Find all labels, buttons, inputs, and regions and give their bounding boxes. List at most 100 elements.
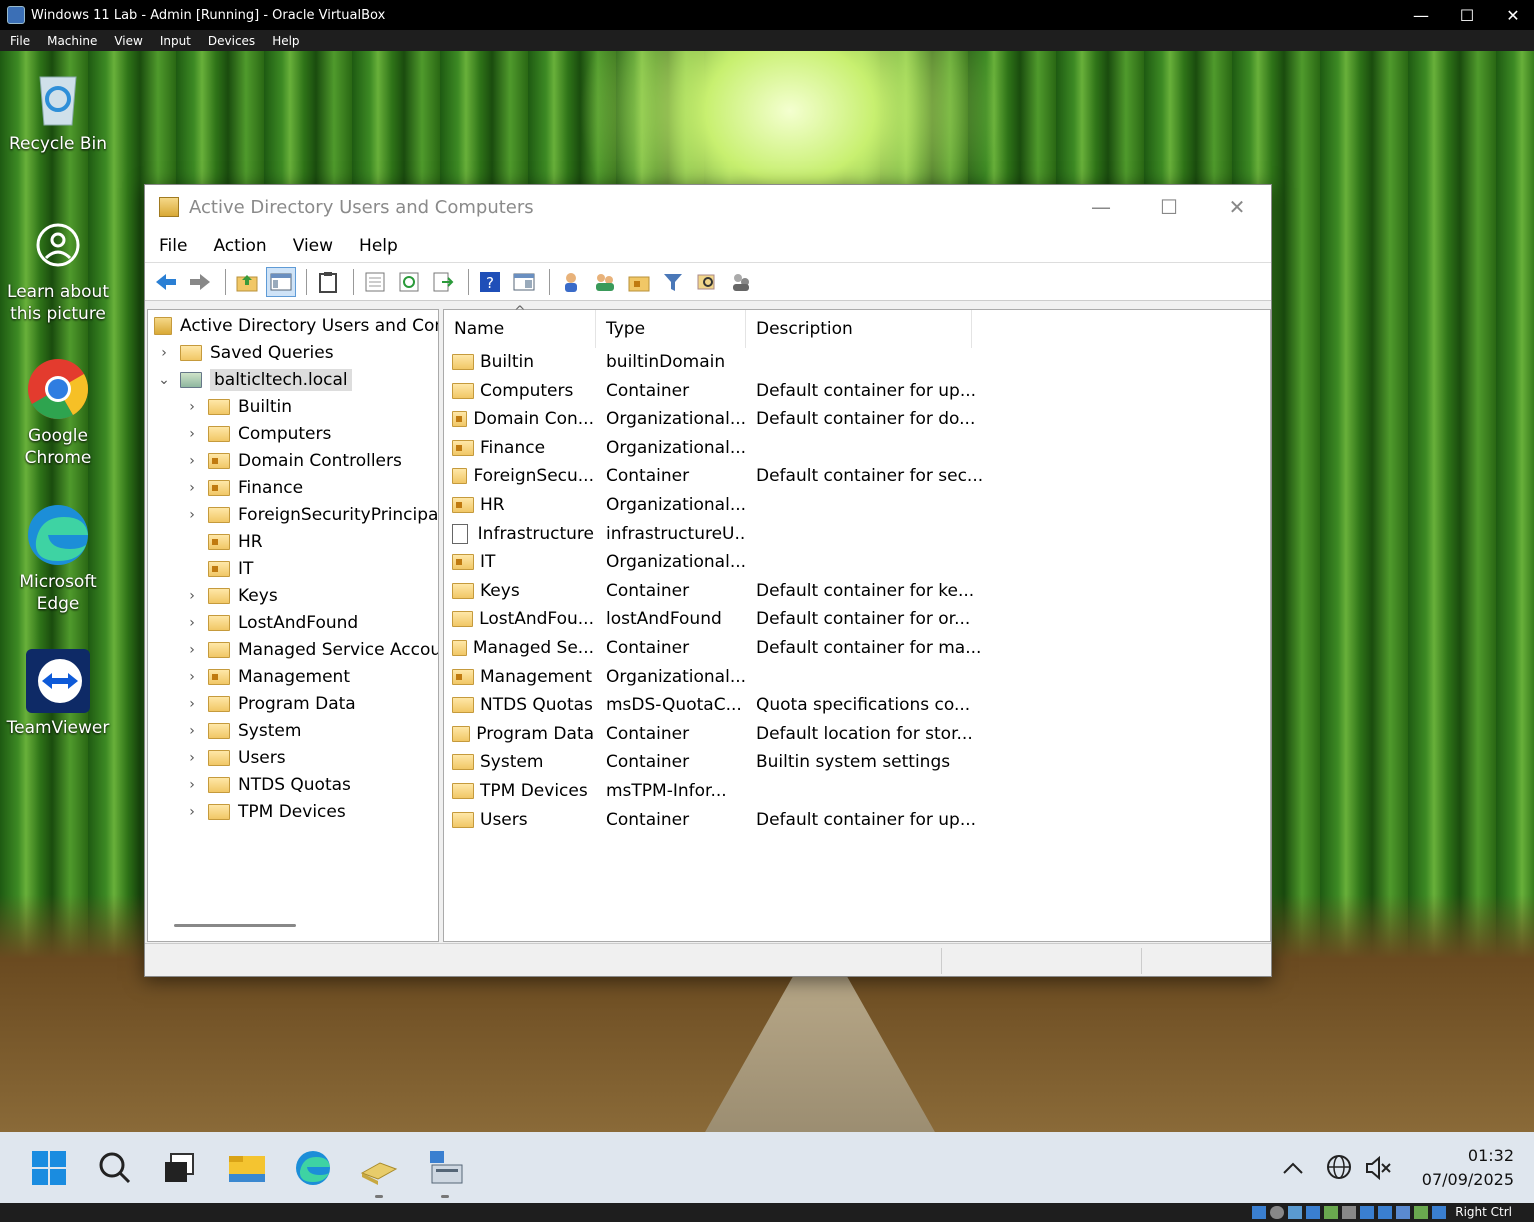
tree-item[interactable]: › NTDS Quotas	[182, 771, 351, 798]
tree-item[interactable]: HR	[182, 528, 263, 555]
chevron-down-icon[interactable]: ⌄	[154, 372, 174, 388]
vbox-maximize-button[interactable]: ☐	[1444, 0, 1490, 30]
desktop-icon-edge[interactable]: Microsoft Edge	[3, 503, 113, 615]
vbox-menu-file[interactable]: File	[0, 34, 37, 48]
list-row[interactable]: IT Organizational...	[444, 548, 1270, 576]
column-header-name[interactable]: Name ^	[444, 304, 596, 348]
shared-folders-icon[interactable]	[1342, 1206, 1356, 1219]
chevron-right-icon[interactable]: ›	[182, 453, 202, 469]
chevron-right-icon[interactable]: ›	[182, 804, 202, 820]
chevron-right-icon[interactable]: ›	[182, 588, 202, 604]
display-icon[interactable]	[1360, 1206, 1374, 1219]
tree-item[interactable]: › Computers	[182, 420, 331, 447]
properties-icon[interactable]	[360, 267, 390, 297]
list-row[interactable]: NTDS Quotas msDS-QuotaC... Quota specifica…	[444, 691, 1270, 719]
filter-icon[interactable]	[658, 267, 688, 297]
list-row[interactable]: Program Data Container Default location fo…	[444, 720, 1270, 748]
chevron-up-icon[interactable]	[1271, 1146, 1315, 1190]
chevron-right-icon[interactable]: ›	[182, 507, 202, 523]
desktop-icon-chrome[interactable]: Google Chrome	[3, 357, 113, 469]
forward-arrow-icon[interactable]	[185, 267, 215, 297]
list-row[interactable]: Keys Container Default container for ke...	[444, 577, 1270, 605]
list-row[interactable]: ForeignSecu... Container Default container…	[444, 462, 1270, 490]
aduc-taskbar-icon[interactable]	[423, 1146, 467, 1198]
list-row[interactable]: Users Container Default container for up..…	[444, 806, 1270, 834]
tree-item[interactable]: › LostAndFound	[182, 609, 358, 636]
find-icon[interactable]	[692, 267, 722, 297]
aduc-menu-view[interactable]: View	[279, 236, 345, 256]
chevron-right-icon[interactable]: ›	[182, 669, 202, 685]
tree-item[interactable]: › Domain Controllers	[182, 447, 402, 474]
console-tree-icon[interactable]	[266, 266, 296, 297]
vbox-menu-input[interactable]: Input	[150, 34, 198, 48]
server-manager-icon[interactable]	[357, 1146, 401, 1198]
vbox-menu-help[interactable]: Help	[262, 34, 306, 48]
chevron-right-icon[interactable]: ›	[182, 615, 202, 631]
task-view-icon[interactable]	[157, 1146, 201, 1190]
network-icon[interactable]	[1306, 1206, 1320, 1219]
clipboard-icon[interactable]	[313, 267, 343, 297]
chevron-right-icon[interactable]: ›	[182, 426, 202, 442]
tree-root[interactable]: Active Directory Users and Com	[154, 312, 438, 339]
audio-icon[interactable]	[1288, 1206, 1302, 1219]
list-row[interactable]: Domain Con... Organizational... Default co…	[444, 405, 1270, 433]
column-header-description[interactable]: Description	[746, 310, 972, 348]
vbox-menu-machine[interactable]: Machine	[37, 34, 104, 48]
chevron-right-icon[interactable]: ›	[182, 696, 202, 712]
chevron-right-icon[interactable]: ›	[182, 399, 202, 415]
export-list-icon[interactable]	[428, 267, 458, 297]
aduc-menu-file[interactable]: File	[145, 236, 199, 256]
usb-icon[interactable]	[1324, 1206, 1338, 1219]
cpu-icon[interactable]	[1396, 1206, 1410, 1219]
column-header-type[interactable]: Type	[596, 310, 746, 348]
start-button[interactable]	[27, 1146, 71, 1190]
tree-item[interactable]: › Finance	[182, 474, 303, 501]
optical-drive-icon[interactable]	[1270, 1206, 1284, 1219]
tree-item-domain[interactable]: ⌄ balticltech.local	[154, 366, 352, 393]
tree-item[interactable]: › Program Data	[182, 690, 356, 717]
keyboard-icon[interactable]	[1432, 1206, 1446, 1219]
desktop-icon-recycle-bin[interactable]: Recycle Bin	[3, 65, 113, 155]
tree-item[interactable]: › Management	[182, 663, 350, 690]
list-row[interactable]: TPM Devices msTPM-Infor...	[444, 777, 1270, 805]
vbox-close-button[interactable]: ✕	[1490, 0, 1534, 30]
aduc-menu-help[interactable]: Help	[345, 236, 410, 256]
back-arrow-icon[interactable]	[151, 267, 181, 297]
list-row[interactable]: Finance Organizational...	[444, 434, 1270, 462]
search-icon[interactable]	[93, 1146, 137, 1190]
vbox-minimize-button[interactable]: —	[1398, 0, 1444, 30]
chevron-right-icon[interactable]: ›	[182, 750, 202, 766]
chevron-right-icon[interactable]: ›	[182, 642, 202, 658]
new-ou-icon[interactable]	[624, 267, 654, 297]
aduc-close-button[interactable]: ✕	[1203, 185, 1271, 229]
tree-item[interactable]: › Builtin	[182, 393, 292, 420]
list-row[interactable]: Builtin builtinDomain	[444, 348, 1270, 376]
vbox-menu-view[interactable]: View	[104, 34, 149, 48]
list-row[interactable]: Managed Se... Container Default container …	[444, 634, 1270, 662]
aduc-minimize-button[interactable]: —	[1067, 185, 1135, 229]
help-icon[interactable]: ?	[475, 267, 505, 297]
list-row[interactable]: Management Organizational...	[444, 663, 1270, 691]
list-row[interactable]: Infrastructure infrastructureU...	[444, 520, 1270, 548]
add-to-group-icon[interactable]	[726, 267, 756, 297]
refresh-icon[interactable]	[394, 267, 424, 297]
list-row[interactable]: LostAndFou... lostAndFound Default contain…	[444, 605, 1270, 633]
chevron-right-icon[interactable]: ›	[182, 480, 202, 496]
list-row[interactable]: HR Organizational...	[444, 491, 1270, 519]
volume-muted-icon[interactable]	[1356, 1146, 1400, 1190]
new-user-icon[interactable]	[556, 267, 586, 297]
tree-item[interactable]: › TPM Devices	[182, 798, 346, 825]
hdd-icon[interactable]	[1252, 1206, 1266, 1219]
tree-item[interactable]: › Managed Service Accour	[182, 636, 438, 663]
chevron-right-icon[interactable]: ›	[154, 345, 174, 361]
recording-icon[interactable]	[1378, 1206, 1392, 1219]
new-group-icon[interactable]	[590, 267, 620, 297]
aduc-menu-action[interactable]: Action	[199, 236, 278, 256]
tree-item[interactable]: › Users	[182, 744, 285, 771]
tree-item[interactable]: › ForeignSecurityPrincipal:	[182, 501, 438, 528]
mouse-integration-icon[interactable]	[1414, 1206, 1428, 1219]
taskbar-clock[interactable]: 01:32 07/09/2025	[1422, 1144, 1514, 1192]
edge-taskbar-icon[interactable]	[291, 1146, 335, 1190]
up-folder-icon[interactable]	[232, 267, 262, 297]
horizontal-scrollbar[interactable]	[174, 924, 296, 927]
